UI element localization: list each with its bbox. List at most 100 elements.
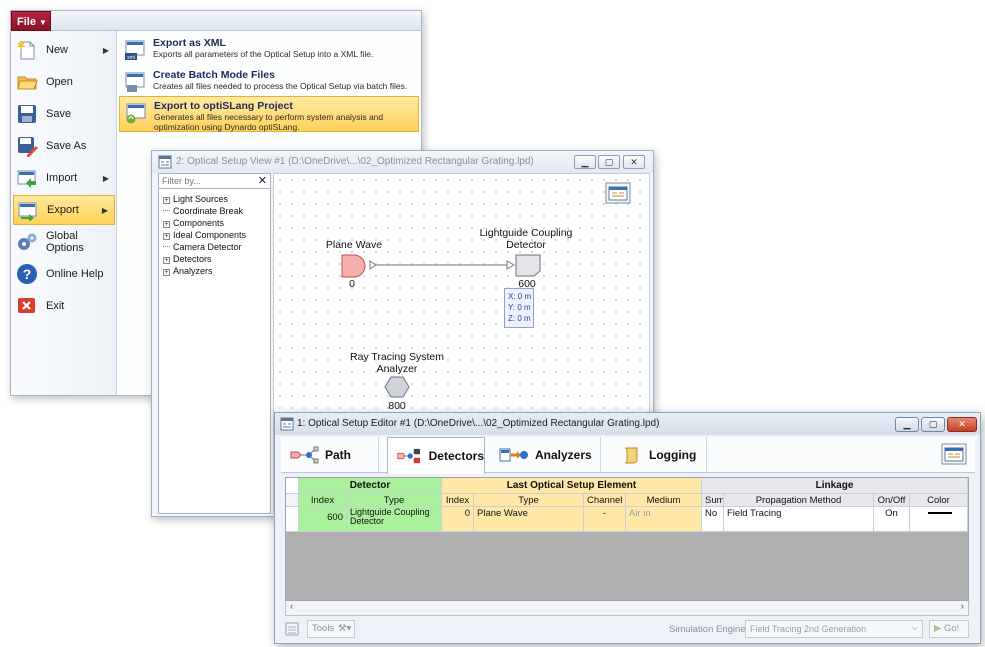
- tree-item-label: Light Sources: [173, 194, 229, 204]
- tree-item-analyzers[interactable]: + Analyzers: [163, 266, 213, 276]
- expand-icon[interactable]: +: [163, 197, 170, 204]
- analyzer-node[interactable]: [384, 375, 410, 399]
- col-header[interactable]: Type: [347, 494, 442, 507]
- menu-item-save[interactable]: Save: [13, 99, 115, 129]
- tree-item-camera-detector[interactable]: Camera Detector: [163, 242, 242, 252]
- simulation-engine-select[interactable]: Field Tracing 2nd Generation ⌵: [745, 620, 923, 638]
- go-button[interactable]: ▶ Go!: [929, 620, 969, 638]
- col-header[interactable]: Index: [442, 494, 474, 507]
- window-icon: [280, 417, 294, 431]
- channel-cell[interactable]: -: [584, 507, 626, 532]
- window-icon: [158, 155, 172, 169]
- expand-icon[interactable]: +: [163, 233, 170, 240]
- col-header[interactable]: Index: [299, 494, 347, 507]
- tree-item-components[interactable]: + Components: [163, 218, 224, 228]
- menu-item-import[interactable]: Import ▶: [13, 163, 115, 193]
- detector-node[interactable]: [514, 253, 542, 277]
- expand-icon[interactable]: +: [163, 221, 170, 228]
- on-off-cell[interactable]: On: [874, 507, 910, 532]
- col-header[interactable]: Medium: [626, 494, 702, 507]
- tab-detectors[interactable]: Detectors: [387, 437, 485, 474]
- layout-view-icon[interactable]: [941, 443, 967, 465]
- tab-label: Detectors: [428, 449, 484, 463]
- editor-title-bar[interactable]: 1: Optical Setup Editor #1 (D:\OneDrive\…: [275, 413, 980, 435]
- menu-item-save-as[interactable]: Save As: [13, 131, 115, 161]
- menu-item-export[interactable]: Export ▶: [13, 195, 115, 225]
- view-title-bar[interactable]: 2: Optical Setup View #1 (D:\OneDrive\..…: [152, 151, 653, 173]
- maximize-button[interactable]: ▢: [921, 417, 945, 432]
- maximize-button[interactable]: ▢: [598, 155, 620, 169]
- menu-item-new[interactable]: New ▶: [13, 35, 115, 65]
- chevron-down-icon: ⌵: [911, 623, 918, 632]
- table-settings-icon[interactable]: [285, 622, 299, 636]
- menu-item-label: New: [46, 44, 69, 56]
- export-optislang-title: Export to optiSLang Project: [154, 100, 293, 112]
- close-button[interactable]: ✕: [947, 417, 977, 432]
- horizontal-scrollbar[interactable]: ‹ ›: [285, 601, 969, 616]
- detector-type-cell[interactable]: Lightguide Coupling Detector: [347, 507, 442, 532]
- tab-logging[interactable]: Logging: [603, 437, 707, 473]
- export-optislang-description-2: optimization using Dynardo optiSLang.: [154, 122, 300, 132]
- group-linkage: Linkage: [702, 478, 968, 494]
- simulation-engine-label: Simulation Engine: [669, 624, 746, 635]
- menu-item-online-help[interactable]: ? Online Help: [13, 259, 115, 289]
- menu-item-global-options[interactable]: Global Options: [13, 227, 115, 257]
- view-title-text: 2: Optical Setup View #1 (D:\OneDrive\..…: [176, 156, 534, 167]
- tree-item-coordinate-break[interactable]: Coordinate Break: [163, 206, 243, 216]
- file-button[interactable]: File ▼: [11, 11, 51, 31]
- detector-index-cell[interactable]: 600: [299, 507, 347, 532]
- close-button[interactable]: ✕: [623, 155, 645, 169]
- menu-item-exit[interactable]: Exit: [13, 291, 115, 321]
- submenu-arrow-icon: ▶: [101, 205, 108, 215]
- col-header[interactable]: Propagation Method: [724, 494, 874, 507]
- col-header[interactable]: Channel: [584, 494, 626, 507]
- editor-title-text: 1: Optical Setup Editor #1 (D:\OneDrive\…: [297, 418, 660, 429]
- col-header[interactable]: Color: [910, 494, 968, 507]
- row-header-corner: [286, 494, 299, 507]
- menu-item-label: Export: [47, 204, 79, 216]
- medium-cell[interactable]: Air in: [626, 507, 702, 532]
- plane-wave-index: 0: [349, 278, 355, 290]
- new-file-icon: [17, 40, 35, 60]
- tree-item-detectors[interactable]: + Detectors: [163, 254, 212, 264]
- col-header[interactable]: Type: [474, 494, 584, 507]
- tree-item-ideal-components[interactable]: + Ideal Components: [163, 230, 246, 240]
- tab-path[interactable]: Path: [281, 437, 379, 473]
- svg-text:xml: xml: [127, 55, 135, 61]
- sum-cell[interactable]: No: [702, 507, 724, 532]
- clear-filter-icon[interactable]: ✕: [258, 174, 267, 187]
- propagation-method-cell[interactable]: Field Tracing: [724, 507, 874, 532]
- row-selector[interactable]: [286, 507, 299, 532]
- play-icon: ▶: [934, 623, 942, 634]
- menu-item-open[interactable]: Open: [13, 67, 115, 97]
- tools-button[interactable]: Tools ⚒▾: [307, 620, 355, 638]
- element-index-cell[interactable]: 0: [442, 507, 474, 532]
- batch-mode-item[interactable]: Create Batch Mode Files Creates all file…: [119, 66, 419, 98]
- tree-item-label: Components: [173, 218, 225, 228]
- filter-input[interactable]: [159, 174, 270, 189]
- color-cell[interactable]: [910, 507, 968, 532]
- col-header[interactable]: On/Off: [874, 494, 910, 507]
- tab-label: Path: [325, 448, 352, 462]
- export-xml-item[interactable]: xml Export as XML Exports all parameters…: [119, 34, 419, 66]
- export-optislang-item[interactable]: Export to optiSLang Project Generates al…: [119, 96, 419, 132]
- scroll-right-icon[interactable]: ›: [961, 601, 964, 612]
- tab-analyzers[interactable]: Analyzers: [491, 437, 601, 473]
- exit-icon: [18, 298, 35, 313]
- save-icon: [18, 105, 36, 123]
- expand-icon[interactable]: +: [163, 257, 170, 264]
- minimize-button[interactable]: ▁: [895, 417, 919, 432]
- element-type-cell[interactable]: Plane Wave: [474, 507, 584, 532]
- minimize-button[interactable]: ▁: [574, 155, 596, 169]
- col-header[interactable]: Sum: [702, 494, 724, 507]
- plane-wave-node[interactable]: [340, 253, 368, 279]
- batch-mode-title: Create Batch Mode Files: [153, 69, 275, 81]
- scroll-left-icon[interactable]: ‹: [290, 601, 293, 612]
- tree-item-light-sources[interactable]: + Light Sources: [163, 194, 228, 204]
- menu-item-label: Save As: [46, 140, 87, 152]
- expand-icon[interactable]: +: [163, 269, 170, 276]
- export-xml-title: Export as XML: [153, 37, 226, 49]
- tree-item-label: Analyzers: [173, 266, 213, 276]
- tree-item-label: Detectors: [173, 254, 212, 264]
- export-xml-icon: xml: [125, 40, 145, 61]
